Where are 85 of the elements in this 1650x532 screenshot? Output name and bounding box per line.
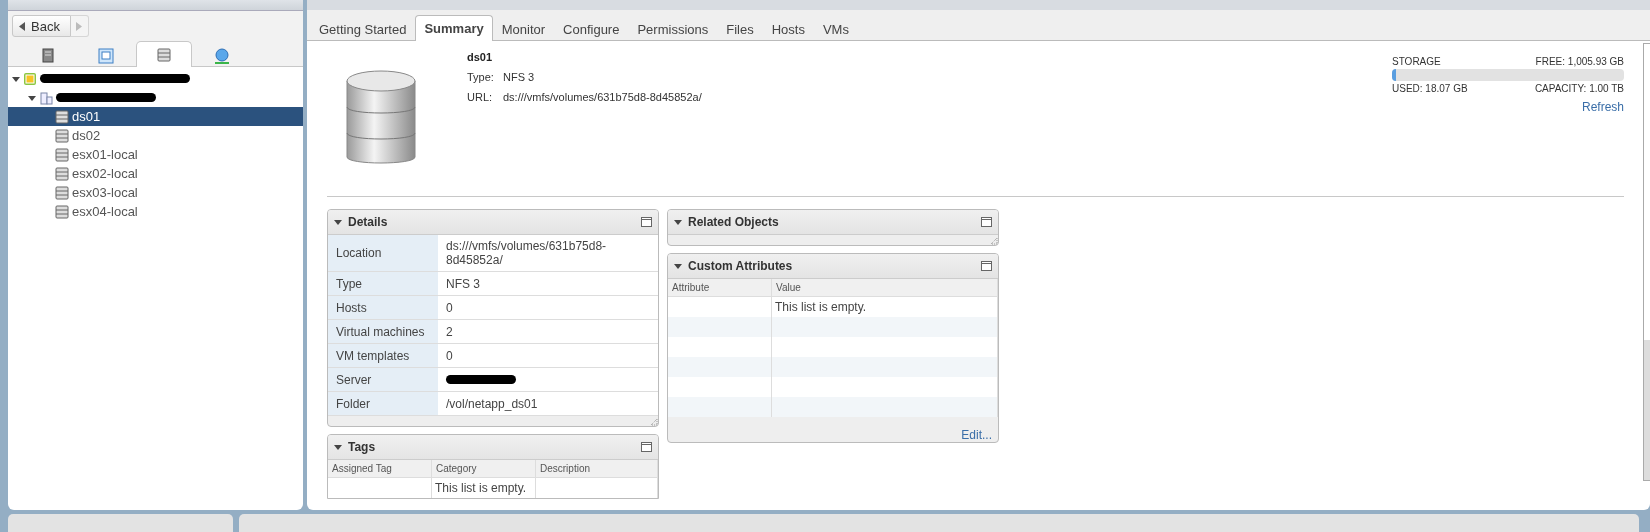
field-label: Type:	[467, 71, 495, 83]
column-header[interactable]: Description	[536, 460, 658, 478]
detail-label: Folder	[328, 392, 438, 416]
tab[interactable]: Summary	[415, 15, 493, 41]
vcenter-icon	[23, 71, 37, 86]
tab[interactable]: Configure	[554, 17, 629, 41]
tree-item[interactable]: esx03-local	[8, 183, 303, 202]
tree-item-label: esx02-local	[72, 166, 138, 181]
detail-value: 2	[438, 320, 658, 344]
datastore-icon	[55, 185, 69, 200]
maximize-icon[interactable]	[981, 261, 992, 271]
datastore-icon	[55, 204, 69, 219]
expanded-arrow-icon[interactable]	[674, 262, 682, 270]
storage-icon	[157, 47, 171, 62]
free-space: FREE: 1,005.93 GB	[1535, 56, 1624, 67]
object-tab[interactable]	[136, 41, 192, 67]
detail-label: Server	[328, 368, 438, 392]
maximize-icon[interactable]	[641, 442, 652, 452]
datastore-icon	[55, 166, 69, 181]
expanded-arrow-icon[interactable]	[28, 93, 36, 102]
refresh-link[interactable]: Refresh	[1581, 100, 1624, 114]
tree-item-label: ds01	[72, 109, 101, 124]
vm-icon	[98, 47, 114, 64]
detail-value: 0	[438, 344, 658, 368]
expanded-arrow-icon[interactable]	[334, 443, 342, 451]
back-button[interactable]: Back	[12, 15, 71, 37]
edit-link[interactable]: Edit...	[961, 428, 992, 442]
datastore-name: ds01	[467, 51, 494, 63]
empty-list-message: This list is empty.	[432, 478, 536, 498]
datastore-icon	[55, 109, 69, 124]
tree-item-label: esx04-local	[72, 204, 138, 219]
tree-item[interactable]: esx02-local	[8, 164, 303, 183]
tab[interactable]: Permissions	[628, 17, 718, 41]
portlet-title: Details	[348, 215, 389, 229]
detail-label: Hosts	[328, 296, 438, 320]
resize-grip-icon[interactable]	[990, 237, 998, 245]
expanded-arrow-icon[interactable]	[334, 218, 342, 226]
detail-value: ds:///vmfs/volumes/631b75d8-8d45852a/	[438, 235, 658, 272]
portlet-title: Tags	[348, 440, 377, 454]
tab[interactable]: Getting Started	[310, 17, 416, 41]
column-header[interactable]: Category	[432, 460, 536, 478]
expanded-arrow-icon[interactable]	[674, 218, 682, 226]
tab[interactable]: Hosts	[762, 17, 814, 41]
datastore-icon	[55, 147, 69, 162]
datastore-icon	[55, 128, 69, 143]
redaction-mark	[446, 375, 516, 384]
detail-value: /vol/netapp_ds01	[438, 392, 658, 416]
tab[interactable]: VMs	[813, 17, 858, 41]
capacity: CAPACITY: 1.00 TB	[1534, 83, 1624, 94]
empty-list-message: This list is empty.	[772, 297, 998, 317]
globe-icon	[213, 46, 231, 65]
used-space: USED: 18.07 GB	[1392, 83, 1468, 94]
maximize-icon[interactable]	[981, 217, 992, 227]
detail-label: Virtual machines	[328, 320, 438, 344]
column-header[interactable]: Value	[772, 279, 998, 297]
tree-item[interactable]: ds01	[8, 107, 303, 126]
tree-item-label: esx03-local	[72, 185, 138, 200]
left-arrow-icon	[19, 21, 25, 31]
field-value: NFS 3	[503, 71, 535, 83]
field-value: ds:///vmfs/volumes/631b75d8-8d45852a/	[503, 91, 702, 103]
tree-item[interactable]: esx01-local	[8, 145, 303, 164]
portlet-title: Related Objects	[688, 215, 780, 229]
field-label: URL:	[467, 91, 494, 103]
storage-title: STORAGE	[1392, 56, 1441, 67]
building-icon	[39, 90, 53, 105]
portlet-title: Custom Attributes	[688, 259, 794, 273]
column-header[interactable]: Assigned Tag	[328, 460, 432, 478]
detail-value: NFS 3	[438, 272, 658, 296]
tree-item-label: esx01-local	[72, 147, 138, 162]
detail-value: 0	[438, 296, 658, 320]
server-icon	[42, 47, 54, 64]
detail-label: Location	[328, 235, 438, 272]
tree-item[interactable]: ds02	[8, 126, 303, 145]
resize-grip-icon[interactable]	[650, 418, 658, 426]
tab[interactable]: Files	[717, 17, 763, 41]
detail-label: VM templates	[328, 344, 438, 368]
scrollbar[interactable]	[1643, 43, 1650, 481]
maximize-icon[interactable]	[641, 217, 652, 227]
tree-item-label: ds02	[72, 128, 101, 143]
column-header[interactable]: Attribute	[668, 279, 772, 297]
expanded-arrow-icon[interactable]	[12, 74, 20, 83]
tab[interactable]: Monitor	[492, 17, 555, 41]
tree-item[interactable]: esx04-local	[8, 202, 303, 221]
right-arrow-icon	[76, 21, 83, 31]
detail-label: Type	[328, 272, 438, 296]
